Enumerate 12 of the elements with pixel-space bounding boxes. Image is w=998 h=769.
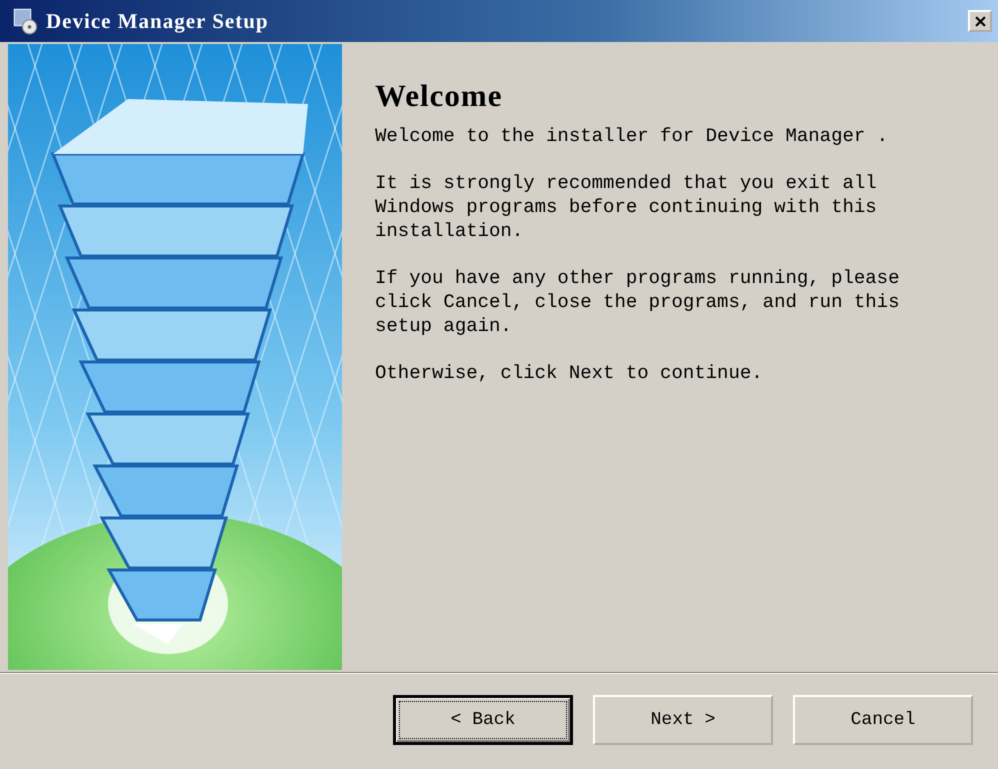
close-button[interactable] [968, 10, 992, 32]
close-icon [974, 16, 986, 26]
page-heading: Welcome [375, 78, 504, 114]
body-text: If you have any other programs running, please click Cancel, close the programs, and run this setup again. [375, 266, 900, 338]
body-text: It is strongly recommended that you exit all Windows programs before continuing with this installation. [375, 171, 878, 243]
wizard-button[interactable]: Cancel [793, 695, 973, 745]
computer-disc-icon [12, 7, 40, 35]
window-title: Device Manager Setup [46, 8, 270, 34]
wizard-button[interactable]: < Back [393, 695, 573, 745]
body-text: Welcome to the installer for Device Manager . [375, 124, 890, 148]
wizard-button[interactable]: Next > [593, 695, 773, 745]
body-text: Otherwise, click Next to continue. [375, 361, 764, 385]
